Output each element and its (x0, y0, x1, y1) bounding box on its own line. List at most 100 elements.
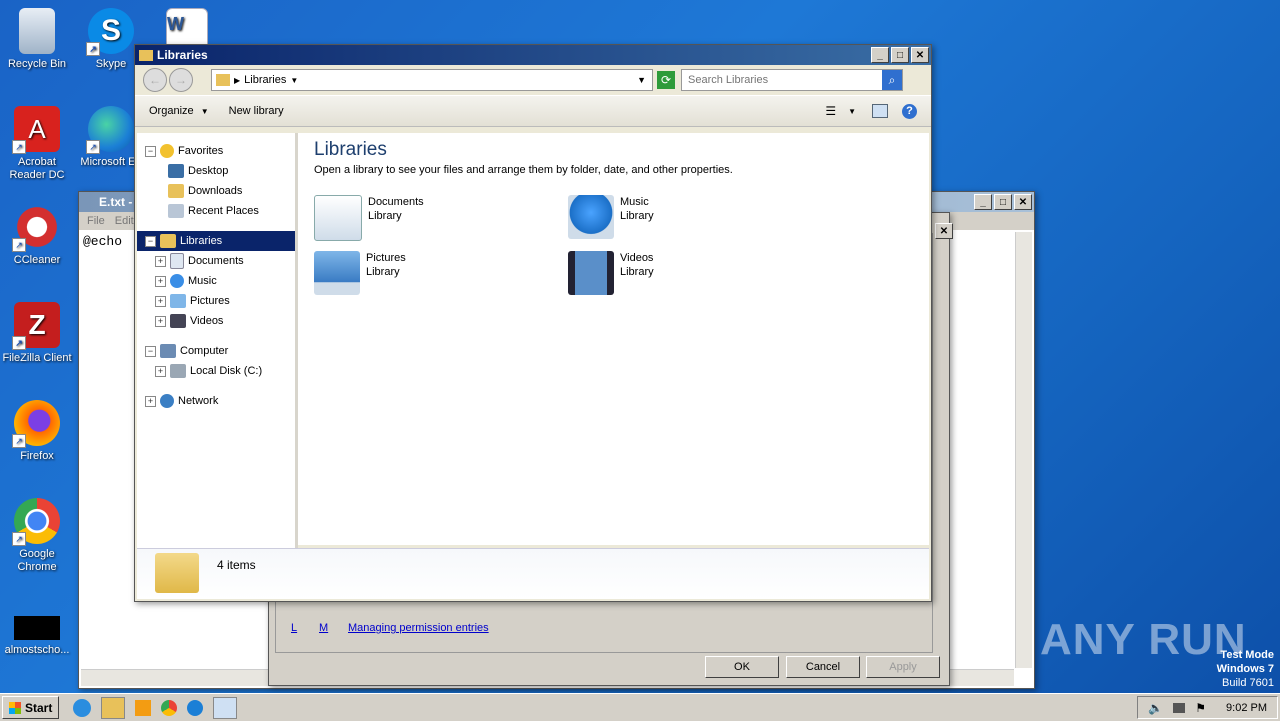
start-button[interactable]: Start (2, 696, 60, 719)
desktop-icon-label: CCleaner (13, 254, 61, 266)
chrome-taskbar-icon[interactable] (161, 699, 178, 716)
notepad-vscrollbar[interactable] (1015, 232, 1032, 668)
tree-item-recent-places[interactable]: Recent Places (137, 201, 295, 221)
maximize-button[interactable]: □ (994, 194, 1012, 210)
tree-item-videos[interactable]: + Videos (137, 311, 295, 331)
search-icon[interactable]: ⌕ (882, 70, 902, 90)
tree-item-libraries[interactable]: − Libraries (137, 231, 295, 251)
library-item-videos[interactable]: Videos Library (568, 251, 654, 295)
library-type: Library (366, 266, 400, 278)
expand-icon[interactable]: + (155, 365, 166, 377)
internet-explorer-icon[interactable] (73, 698, 92, 717)
flag-icon[interactable]: ⚑ (1195, 701, 1206, 715)
breadcrumb-dropdown-icon[interactable]: ▼ (290, 76, 298, 85)
collapse-icon[interactable]: − (145, 235, 156, 247)
tree-item-network[interactable]: + Network (137, 391, 295, 411)
dialog-link-1[interactable]: L (291, 622, 297, 634)
view-dropdown-icon[interactable]: ▼ (848, 107, 856, 116)
library-type: Library (620, 266, 654, 278)
menu-file[interactable]: File (87, 215, 105, 227)
windows-logo-icon (9, 701, 21, 714)
explorer-titlebar[interactable]: Libraries _ □ ✕ (135, 45, 931, 65)
apply-button[interactable]: Apply (866, 656, 940, 678)
preview-pane-icon[interactable] (872, 104, 888, 118)
menu-edit[interactable]: Edit (115, 215, 134, 227)
maximize-button[interactable]: □ (891, 47, 909, 63)
notepad-taskbar-icon[interactable] (213, 696, 238, 719)
back-button[interactable]: ← (143, 68, 167, 92)
search-box[interactable]: ⌕ (681, 69, 903, 91)
volume-icon[interactable]: 🔈 (1148, 701, 1163, 715)
close-button[interactable]: ✕ (1014, 194, 1032, 210)
forward-button[interactable]: → (169, 68, 193, 92)
content-pane[interactable]: Libraries Open a library to see your fil… (298, 133, 929, 545)
desktop-icon-firefox[interactable]: ↗ Firefox (0, 400, 74, 463)
address-bar[interactable]: ▶ Libraries ▼ ▼ (211, 69, 653, 91)
organize-button[interactable]: Organize ▼ (149, 105, 209, 117)
test-mode-line2: Windows 7 (1216, 663, 1274, 675)
tree-item-local-disk[interactable]: + Local Disk (C:) (137, 361, 295, 381)
close-button[interactable]: ✕ (911, 47, 929, 63)
minimize-button[interactable]: _ (871, 47, 889, 63)
desktop-icon-file[interactable]: almostscho... (0, 616, 74, 657)
network-tray-icon[interactable] (1173, 702, 1186, 713)
recent-places-icon (168, 204, 184, 218)
explorer-window[interactable]: Libraries _ □ ✕ ← → ▶ Libraries ▼ ▼ ⟳ ⌕ … (134, 44, 932, 602)
dialog-link-2[interactable]: M (319, 622, 328, 634)
ok-button[interactable]: OK (705, 656, 779, 678)
desktop-icon-label: Skype (95, 58, 127, 70)
media-player-icon[interactable] (135, 699, 152, 716)
libraries-icon (216, 74, 230, 86)
search-input[interactable] (686, 73, 880, 87)
desktop-icon-label: almostscho... (4, 644, 70, 656)
desktop-icon-chrome[interactable]: ↗ Google Chrome (0, 498, 74, 574)
collapse-icon[interactable]: − (145, 345, 156, 357)
test-mode-line3: Build 7601 (1222, 677, 1274, 689)
videos-icon (170, 314, 186, 328)
library-item-documents[interactable]: Documents Library (314, 195, 424, 241)
breadcrumb-libraries[interactable]: Libraries (244, 74, 286, 86)
edge-taskbar-icon[interactable] (187, 699, 204, 716)
address-dropdown-icon[interactable]: ▼ (637, 75, 646, 85)
tree-item-computer[interactable]: − Computer (137, 341, 295, 361)
desktop-icon-acrobat[interactable]: A ↗ Acrobat Reader DC (0, 106, 74, 182)
tree-item-favorites[interactable]: − Favorites (137, 141, 295, 161)
network-icon (160, 394, 174, 408)
documents-library-icon (314, 195, 362, 241)
tree-item-documents[interactable]: + Documents (137, 251, 295, 271)
library-item-pictures[interactable]: Pictures Library (314, 251, 406, 295)
collapse-icon[interactable]: − (145, 145, 156, 157)
desktop-icon-recycle-bin[interactable]: Recycle Bin (0, 8, 74, 71)
expand-icon[interactable]: + (155, 255, 166, 267)
cancel-button[interactable]: Cancel (786, 656, 860, 678)
new-library-button[interactable]: New library (229, 105, 284, 117)
view-options-icon[interactable]: ☰ (825, 104, 836, 118)
library-type: Library (620, 210, 654, 222)
desktop-icon-filezilla[interactable]: Z ↗ FileZilla Client (0, 302, 74, 365)
explorer-taskbar-icon[interactable] (101, 696, 126, 719)
details-pane: 4 items (137, 548, 929, 599)
expand-icon[interactable]: + (155, 315, 166, 327)
music-library-icon (568, 195, 614, 239)
expand-icon[interactable]: + (145, 395, 156, 407)
tree-label: Videos (190, 315, 224, 327)
refresh-button[interactable]: ⟳ (657, 71, 675, 89)
music-icon (170, 274, 184, 288)
dialog-close-button[interactable]: ✕ (935, 223, 953, 239)
minimize-button[interactable]: _ (974, 194, 992, 210)
clock[interactable]: 9:02 PM (1226, 702, 1267, 714)
tree-label: Recent Places (188, 205, 259, 217)
tree-item-pictures[interactable]: + Pictures (137, 291, 295, 311)
help-icon[interactable]: ? (902, 103, 917, 119)
taskbar: Start 🔈 ⚑ 9:02 PM (0, 693, 1280, 721)
desktop-icon-ccleaner[interactable]: ↗ CCleaner (0, 204, 74, 267)
tree-item-desktop[interactable]: Desktop (137, 161, 295, 181)
library-item-music[interactable]: Music Library (568, 195, 654, 239)
expand-icon[interactable]: + (155, 295, 166, 307)
tree-item-music[interactable]: + Music (137, 271, 295, 291)
navigation-pane[interactable]: − Favorites Desktop Downloads Recent Plac… (137, 133, 298, 553)
tree-item-downloads[interactable]: Downloads (137, 181, 295, 201)
tree-label: Music (188, 275, 217, 287)
managing-permissions-link[interactable]: Managing permission entries (348, 622, 489, 634)
expand-icon[interactable]: + (155, 275, 166, 287)
